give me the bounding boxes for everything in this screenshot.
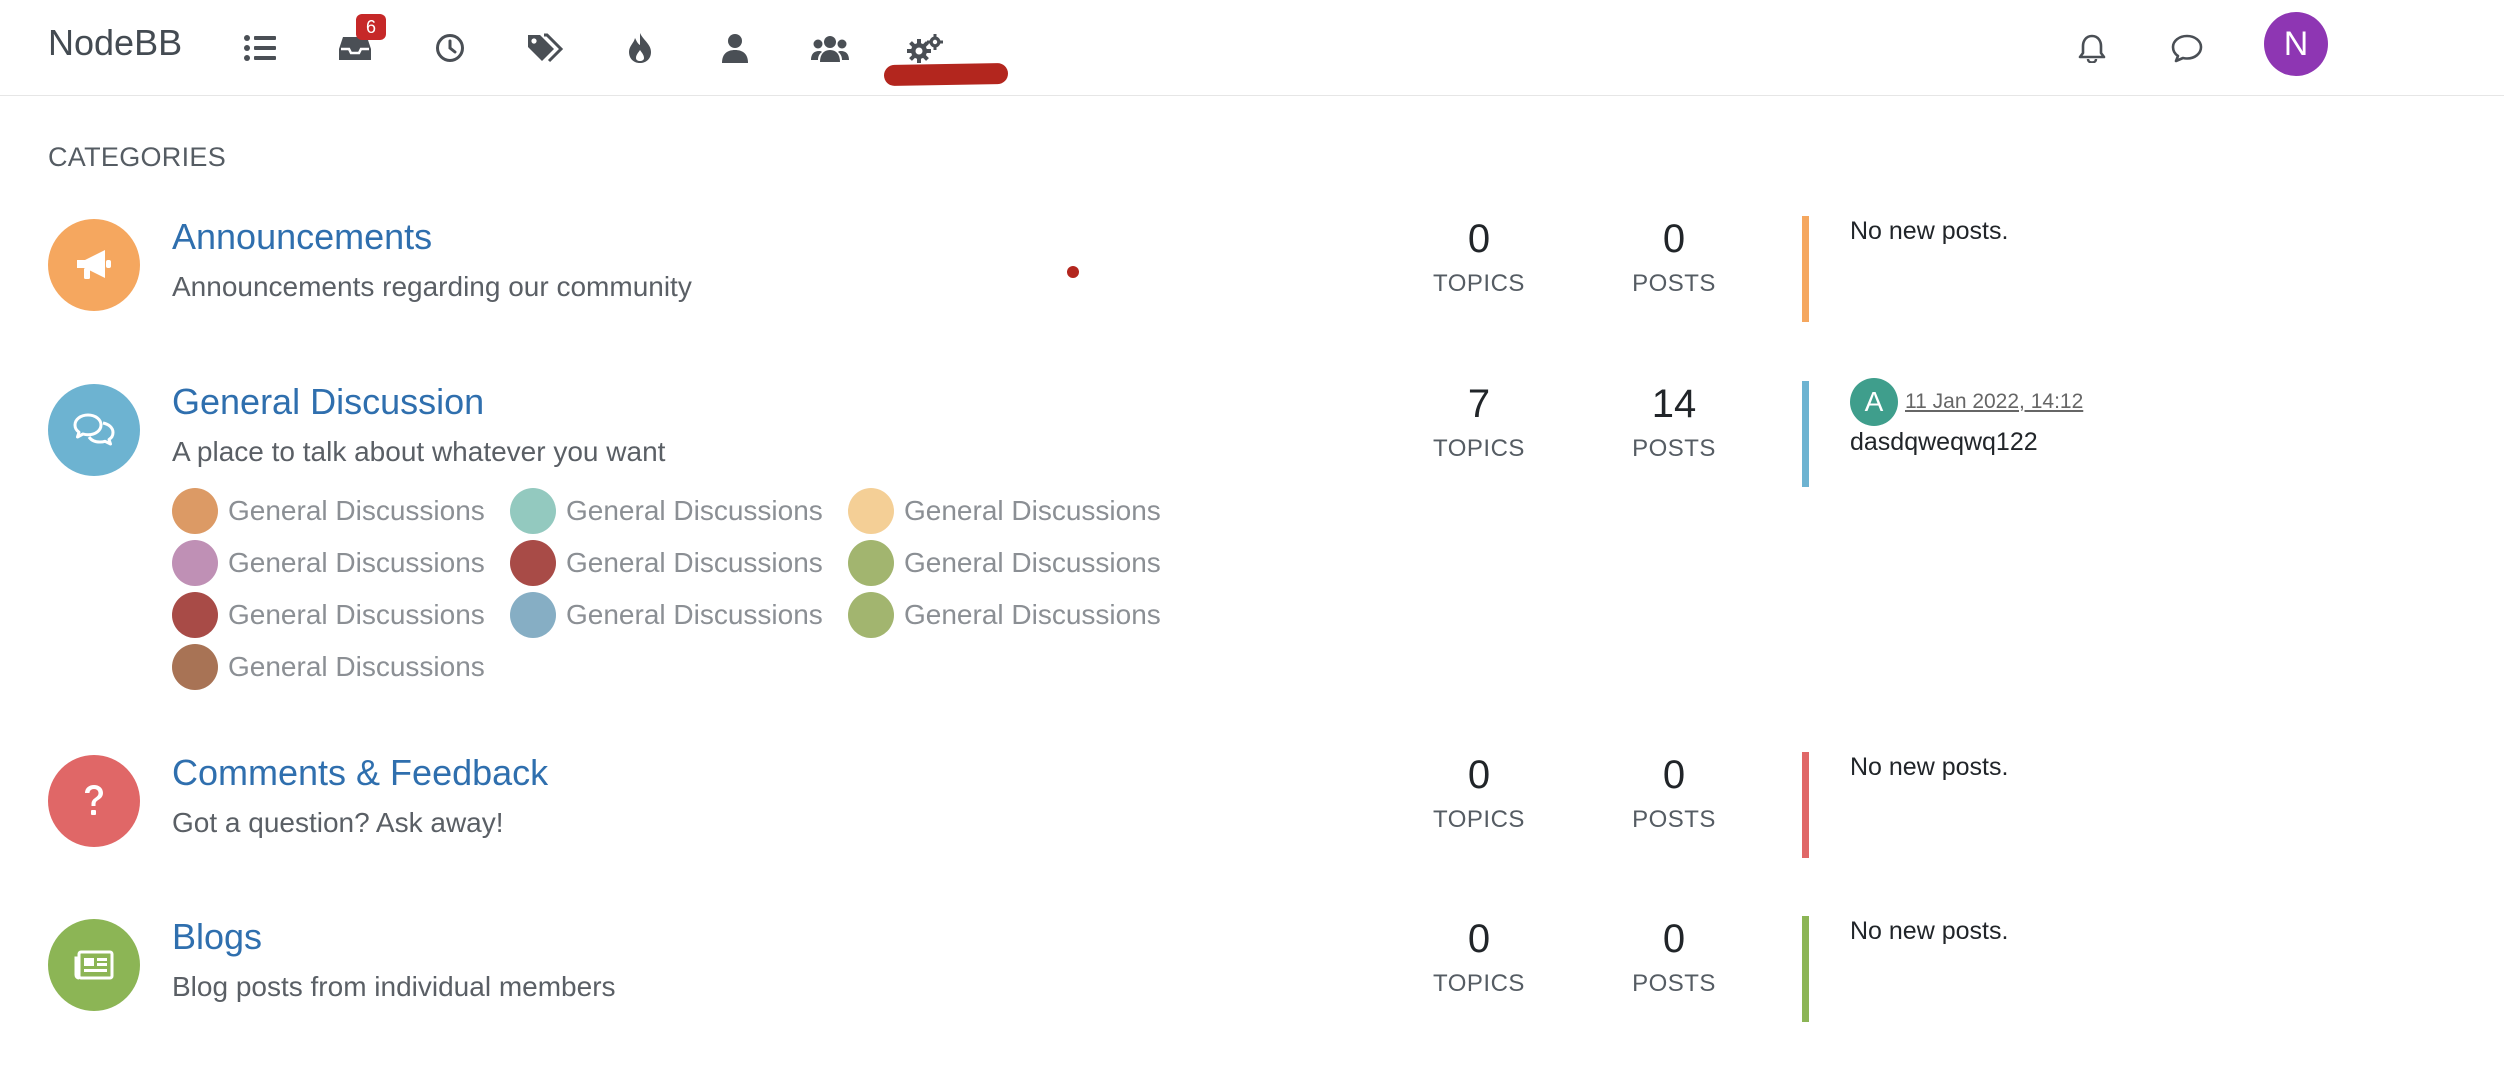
annotation-dot (1067, 266, 1079, 278)
teaser-timestamp-link[interactable]: 11 Jan 2022, 14:12 (1905, 390, 2083, 414)
teaser-avatar[interactable]: A (1850, 378, 1898, 426)
posts-count: 0 POSTS (1599, 752, 1749, 834)
users-icon[interactable] (711, 24, 759, 72)
subcategory-label: General Discussions (228, 651, 485, 682)
chats-icon[interactable] (2163, 24, 2211, 72)
category-description: Blog posts from individual members (172, 971, 616, 1002)
subcategory-label: General Discussions (904, 547, 1161, 578)
subcategory-item[interactable]: General Discussions (848, 540, 1161, 586)
subcategory-label: General Discussions (904, 599, 1161, 630)
subcategory-item[interactable]: General Discussions (172, 488, 485, 534)
subcategory-label: General Discussions (566, 599, 823, 630)
topics-label: TOPICS (1433, 270, 1525, 297)
popular-icon[interactable] (616, 24, 664, 72)
recent-icon[interactable] (426, 24, 474, 72)
posts-number: 0 (1662, 217, 1686, 261)
topics-count: 7 TOPICS (1404, 381, 1554, 463)
topics-count: 0 TOPICS (1404, 916, 1554, 998)
comments-icon[interactable] (48, 384, 140, 476)
subcategory-item[interactable]: General Discussions (848, 592, 1161, 638)
subcategory-icon (848, 488, 894, 534)
groups-icon[interactable] (806, 24, 854, 72)
topics-number: 0 (1467, 917, 1491, 961)
section-title: CATEGORIES (48, 142, 227, 172)
posts-number: 14 (1651, 382, 1697, 426)
subcategory-item[interactable]: General Discussions (510, 540, 823, 586)
posts-label: POSTS (1632, 970, 1716, 997)
categories-icon[interactable] (236, 24, 284, 72)
teaser-color-bar (1802, 916, 1809, 1022)
unread-count-badge: 6 (356, 14, 386, 40)
teaser-text: No new posts. (1850, 917, 2009, 945)
subcategory-item[interactable]: General Discussions (510, 488, 823, 534)
category-title[interactable]: Announcements (172, 216, 432, 258)
subcategory-icon (510, 540, 556, 586)
notifications-icon[interactable] (2068, 24, 2116, 72)
posts-label: POSTS (1632, 806, 1716, 833)
subcategory-icon (172, 540, 218, 586)
subcategory-icon (510, 488, 556, 534)
category-description: Announcements regarding our community (172, 271, 692, 302)
teaser-color-bar (1802, 216, 1809, 322)
subcategory-icon (848, 540, 894, 586)
top-navbar: NodeBB 6 N (0, 0, 2504, 96)
posts-label: POSTS (1632, 270, 1716, 297)
subcategory-label: General Discussions (566, 547, 823, 578)
subcategory-icon (848, 592, 894, 638)
subcategory-item[interactable]: General Discussions (510, 592, 823, 638)
tags-icon[interactable] (521, 24, 569, 72)
category-description: A place to talk about whatever you want (172, 436, 666, 467)
topics-label: TOPICS (1433, 970, 1525, 997)
category-title[interactable]: Comments & Feedback (172, 752, 548, 794)
posts-count: 0 POSTS (1599, 916, 1749, 998)
posts-count: 0 POSTS (1599, 216, 1749, 298)
teaser-post-snippet[interactable]: dasdqweqwq122 (1850, 428, 2038, 457)
subcategory-icon (172, 488, 218, 534)
subcategory-item[interactable]: General Discussions (172, 540, 485, 586)
subcategory-icon (172, 644, 218, 690)
subcategory-label: General Discussions (228, 495, 485, 526)
annotation-underline (883, 62, 1009, 87)
subcategory-label: General Discussions (904, 495, 1161, 526)
subcategory-item[interactable]: General Discussions (172, 644, 485, 690)
category-description: Got a question? Ask away! (172, 807, 504, 838)
topics-number: 0 (1467, 217, 1491, 261)
user-avatar[interactable]: N (2264, 12, 2328, 76)
teaser-text: No new posts. (1850, 753, 2009, 781)
teaser-color-bar (1802, 381, 1809, 487)
category-title[interactable]: Blogs (172, 916, 262, 958)
newspaper-icon[interactable] (48, 919, 140, 1011)
subcategory-label: General Discussions (228, 599, 485, 630)
subcategory-label: General Discussions (566, 495, 823, 526)
topics-count: 0 TOPICS (1404, 216, 1554, 298)
topics-number: 0 (1467, 753, 1491, 797)
subcategory-icon (510, 592, 556, 638)
posts-number: 0 (1662, 753, 1686, 797)
topics-number: 7 (1467, 382, 1491, 426)
subcategory-item[interactable]: General Discussions (848, 488, 1161, 534)
topics-count: 0 TOPICS (1404, 752, 1554, 834)
subcategory-label: General Discussions (228, 547, 485, 578)
posts-number: 0 (1662, 917, 1686, 961)
teaser-color-bar (1802, 752, 1809, 858)
posts-count: 14 POSTS (1599, 381, 1749, 463)
teaser-text: No new posts. (1850, 217, 2009, 245)
subcategory-icon (172, 592, 218, 638)
question-icon[interactable] (48, 755, 140, 847)
category-title[interactable]: General Discussion (172, 381, 484, 423)
bullhorn-icon[interactable] (48, 219, 140, 311)
topics-label: TOPICS (1433, 806, 1525, 833)
posts-label: POSTS (1632, 435, 1716, 462)
subcategory-item[interactable]: General Discussions (172, 592, 485, 638)
topics-label: TOPICS (1433, 435, 1525, 462)
brand-logo[interactable]: NodeBB (48, 22, 182, 64)
